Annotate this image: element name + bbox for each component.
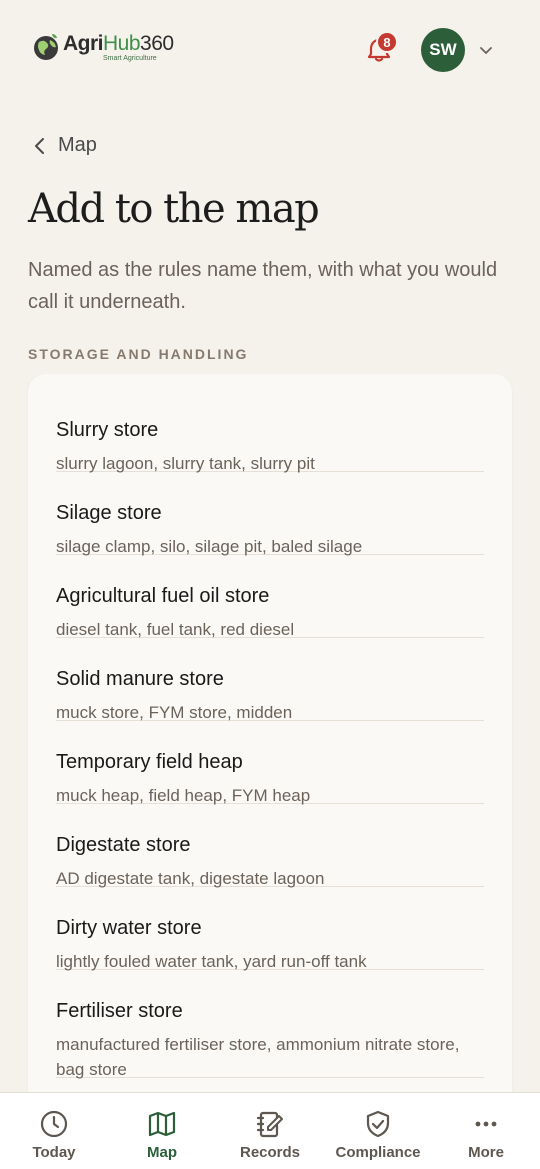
globe-logo-icon: [34, 34, 58, 60]
tab-label: Records: [239, 1144, 301, 1161]
agrihub-logo[interactable]: AgriHub360 Smart Agriculture: [32, 32, 174, 62]
list-item-fertiliser-store[interactable]: Fertiliser store manufactured fertiliser…: [56, 970, 484, 1079]
tab-compliance[interactable]: Compliance: [324, 1093, 432, 1169]
logo-agri-text: Agri: [63, 31, 104, 55]
chevron-left-icon: [35, 137, 44, 154]
list-item-fuel-oil-store[interactable]: Agricultural fuel oil store diesel tank,…: [56, 555, 484, 639]
bottom-tab-bar: Today Map Records Compliance More: [0, 1092, 540, 1169]
page-title: Add to the map: [28, 186, 320, 232]
back-link-label: Map: [58, 134, 97, 156]
page-subtitle: Named as the rules name them, with what …: [28, 259, 498, 313]
shield-check-icon: [366, 1110, 390, 1138]
clock-icon: [40, 1110, 68, 1138]
list-item-dirty-water-store[interactable]: Dirty water store lightly fouled water t…: [56, 887, 484, 971]
list-item-silage-store[interactable]: Silage store silage clamp, silo, silage …: [56, 472, 484, 556]
logo-tagline: Smart Agriculture: [103, 54, 157, 62]
notebook-icon: [256, 1111, 283, 1138]
list-item-solid-manure-store[interactable]: Solid manure store muck store, FYM store…: [56, 638, 484, 722]
user-avatar[interactable]: SW: [421, 28, 465, 72]
tab-records[interactable]: Records: [216, 1093, 324, 1169]
map-icon: [148, 1111, 176, 1137]
tab-label: Today: [32, 1144, 76, 1161]
item-name: Solid manure store: [56, 668, 224, 690]
list-item-slurry-store[interactable]: Slurry store slurry lagoon, slurry tank,…: [56, 389, 484, 473]
item-name: Digestate store: [56, 834, 191, 856]
ellipsis-icon: [475, 1121, 497, 1127]
chevron-down-icon[interactable]: [478, 42, 494, 58]
list-item-temporary-field-heap[interactable]: Temporary field heap muck heap, field he…: [56, 721, 484, 805]
item-aliases: manufactured fertiliser store, ammonium …: [56, 1035, 460, 1079]
tab-label: More: [468, 1144, 504, 1161]
item-name: Silage store: [56, 502, 162, 524]
tab-label: Compliance: [335, 1144, 421, 1161]
item-name: Dirty water store: [56, 917, 202, 939]
tab-label: Map: [147, 1144, 177, 1161]
tab-more[interactable]: More: [432, 1093, 540, 1169]
item-name: Agricultural fuel oil store: [56, 585, 270, 607]
app-header: AgriHub360 Smart Agriculture 8 SW: [0, 0, 540, 100]
item-name: Fertiliser store: [56, 1000, 183, 1022]
logo-360-text: 360: [140, 31, 174, 55]
notification-count-badge: 8: [376, 31, 398, 53]
list-item-digestate-store[interactable]: Digestate store AD digestate tank, diges…: [56, 804, 484, 888]
tab-map[interactable]: Map: [108, 1093, 216, 1169]
section-heading: STORAGE AND HANDLING: [28, 346, 249, 362]
logo-hub-text: Hub: [103, 31, 141, 55]
item-name: Temporary field heap: [56, 751, 243, 773]
back-to-map-link[interactable]: Map: [30, 134, 97, 157]
tab-today[interactable]: Today: [0, 1093, 108, 1169]
feature-type-list-card: Slurry store slurry lagoon, slurry tank,…: [28, 374, 512, 1134]
item-name: Slurry store: [56, 419, 159, 441]
